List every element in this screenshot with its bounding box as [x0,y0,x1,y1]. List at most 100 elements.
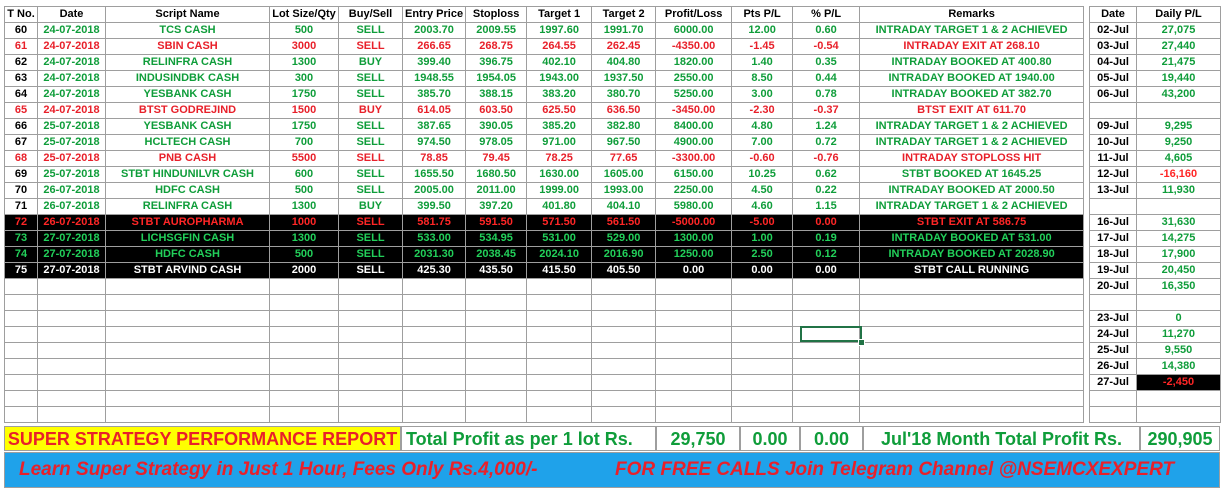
empty-cell[interactable] [338,310,403,327]
table-cell[interactable]: 75 [4,262,38,279]
empty-cell[interactable] [37,374,106,391]
table-cell[interactable]: 67 [4,134,38,151]
empty-cell[interactable] [401,278,467,295]
empty-cell[interactable] [792,390,861,407]
table-cell[interactable]: 1.15 [792,198,861,215]
daily-date-cell[interactable]: 10-Jul [1089,134,1137,151]
empty-cell[interactable] [269,390,339,407]
table-cell[interactable]: 2009.55 [465,22,528,39]
table-cell[interactable]: 1.00 [731,230,794,247]
table-cell[interactable]: 4.80 [731,118,794,135]
empty-cell[interactable] [4,278,38,295]
empty-cell[interactable] [4,374,38,391]
daily-date-cell[interactable]: 16-Jul [1089,214,1137,231]
empty-cell[interactable] [37,278,106,295]
table-cell[interactable]: 61 [4,38,38,55]
empty-cell[interactable] [859,374,1085,391]
table-cell[interactable]: 24-07-2018 [37,22,106,39]
table-cell[interactable]: 383.20 [526,86,593,103]
table-cell[interactable]: 974.50 [401,134,467,151]
empty-cell[interactable] [4,342,38,359]
table-cell[interactable]: 1300 [269,230,339,247]
empty-cell[interactable] [731,310,794,327]
table-cell[interactable]: 591.50 [465,214,528,231]
table-cell[interactable]: 24-07-2018 [37,86,106,103]
empty-cell[interactable] [792,294,861,311]
table-cell[interactable]: 5980.00 [655,198,733,215]
table-cell[interactable]: 26-07-2018 [37,182,106,199]
daily-pl-cell[interactable]: 4,605 [1136,150,1221,167]
table-cell[interactable]: 500 [269,246,339,263]
table-cell[interactable]: 70 [4,182,38,199]
table-cell[interactable]: 1937.50 [591,70,657,87]
daily-date-cell[interactable]: 11-Jul [1089,150,1137,167]
table-cell[interactable]: 387.65 [401,118,467,135]
column-header[interactable]: Profit/Loss [655,6,733,23]
empty-cell[interactable] [792,358,861,375]
empty-cell[interactable] [655,294,733,311]
table-cell[interactable]: 397.20 [465,198,528,215]
table-cell[interactable]: 500 [269,182,339,199]
daily-pl-cell[interactable] [1136,390,1221,407]
table-cell[interactable]: 60 [4,22,38,39]
column-header[interactable]: Remarks [859,6,1085,23]
table-cell[interactable]: 401.80 [526,198,593,215]
table-cell[interactable]: -0.76 [792,150,861,167]
table-cell[interactable]: 66 [4,118,38,135]
empty-cell[interactable] [526,342,593,359]
daily-pl-cell[interactable]: 11,930 [1136,182,1221,199]
empty-cell[interactable] [792,310,861,327]
empty-cell[interactable] [655,278,733,295]
daily-pl-cell[interactable] [1136,102,1221,119]
table-cell[interactable]: SELL [338,246,403,263]
table-cell[interactable]: INTRADAY TARGET 1 & 2 ACHIEVED [859,198,1085,215]
table-cell[interactable]: 1605.00 [591,166,657,183]
empty-cell[interactable] [591,278,657,295]
table-cell[interactable]: 0.22 [792,182,861,199]
daily-pl-cell[interactable]: 9,250 [1136,134,1221,151]
empty-cell[interactable] [105,374,270,391]
table-cell[interactable]: -0.60 [731,150,794,167]
empty-cell[interactable] [401,310,467,327]
empty-cell[interactable] [655,358,733,375]
empty-cell[interactable] [401,294,467,311]
table-cell[interactable]: 300 [269,70,339,87]
daily-pl-cell[interactable]: 14,275 [1136,230,1221,247]
table-cell[interactable]: 571.50 [526,214,593,231]
empty-cell[interactable] [465,278,528,295]
empty-cell[interactable] [465,358,528,375]
empty-cell[interactable] [859,310,1085,327]
table-cell[interactable]: 73 [4,230,38,247]
table-cell[interactable]: 1630.00 [526,166,593,183]
table-cell[interactable]: 2011.00 [465,182,528,199]
table-cell[interactable]: 1750 [269,86,339,103]
table-cell[interactable]: 533.00 [401,230,467,247]
table-cell[interactable]: 25-07-2018 [37,118,106,135]
table-cell[interactable]: 27-07-2018 [37,262,106,279]
table-cell[interactable]: BTST EXIT AT 611.70 [859,102,1085,119]
table-cell[interactable]: STBT HINDUNILVR CASH [105,166,270,183]
column-header[interactable]: Buy/Sell [338,6,403,23]
table-cell[interactable]: YESBANK CASH [105,86,270,103]
table-cell[interactable]: 0.12 [792,246,861,263]
table-cell[interactable]: 24-07-2018 [37,70,106,87]
table-cell[interactable]: SELL [338,86,403,103]
table-cell[interactable]: BUY [338,198,403,215]
empty-cell[interactable] [792,374,861,391]
table-cell[interactable]: 3.00 [731,86,794,103]
table-cell[interactable]: SELL [338,134,403,151]
table-cell[interactable]: INTRADAY BOOKED AT 400.80 [859,54,1085,71]
table-cell[interactable]: 6000.00 [655,22,733,39]
daily-pl-cell[interactable] [1136,198,1221,215]
table-cell[interactable]: SELL [338,166,403,183]
table-cell[interactable]: 600 [269,166,339,183]
empty-cell[interactable] [591,374,657,391]
empty-cell[interactable] [401,326,467,343]
empty-cell[interactable] [591,326,657,343]
table-cell[interactable]: 1250.00 [655,246,733,263]
table-cell[interactable]: INTRADAY STOPLOSS HIT [859,150,1085,167]
table-cell[interactable]: 4.50 [731,182,794,199]
empty-cell[interactable] [655,310,733,327]
table-cell[interactable]: 0.62 [792,166,861,183]
table-cell[interactable]: 1680.50 [465,166,528,183]
